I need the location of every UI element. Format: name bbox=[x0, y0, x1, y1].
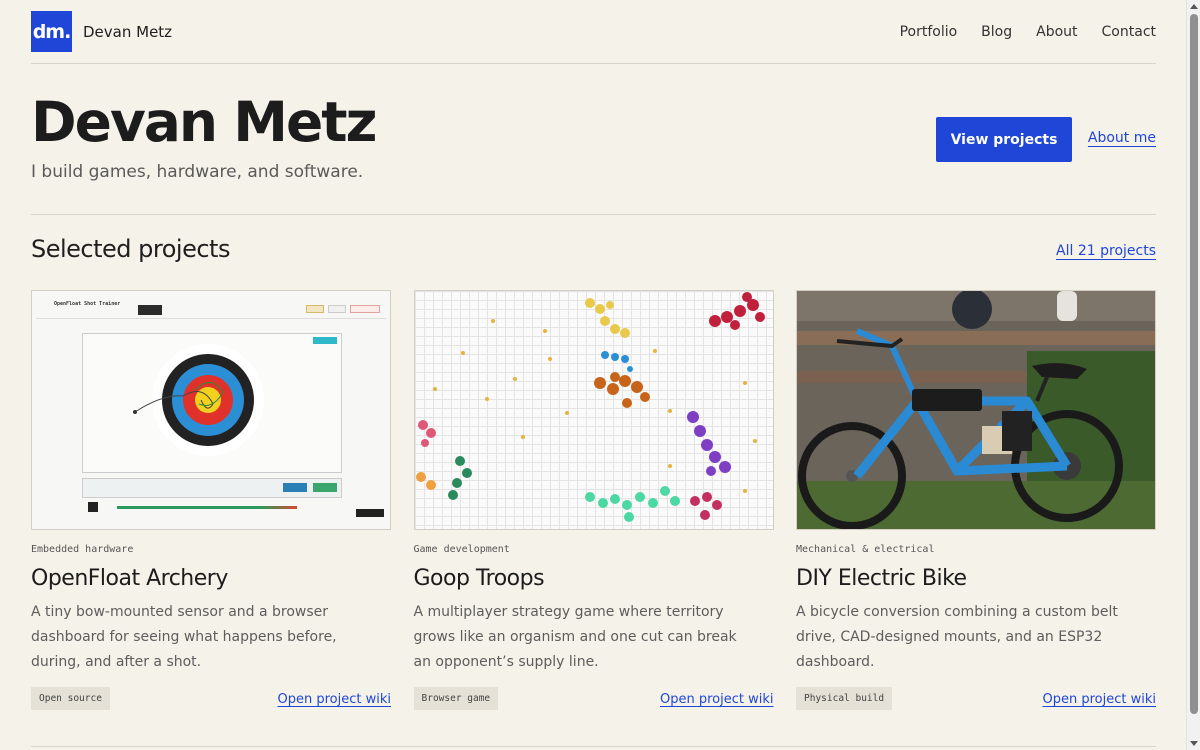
archery-dashboard-screenshot: OpenFloat Shot Trainer bbox=[32, 291, 390, 529]
play-button bbox=[88, 502, 98, 512]
bike-photo-illustration bbox=[797, 291, 1155, 529]
export-button bbox=[356, 509, 384, 517]
project-card-electric-bike[interactable]: Mechanical & electrical DIY Electric Bik… bbox=[796, 290, 1156, 750]
section-title: Selected projects bbox=[31, 235, 230, 263]
project-category: Game development bbox=[413, 544, 510, 555]
dashboard-tab bbox=[138, 305, 162, 315]
project-tag: Physical build bbox=[796, 687, 893, 710]
hero-section: Devan Metz I build games, hardware, and … bbox=[31, 64, 1156, 215]
project-title[interactable]: DIY Electric Bike bbox=[796, 566, 1156, 591]
scroll-up-arrow-icon[interactable] bbox=[1190, 4, 1198, 9]
logo[interactable]: dm. bbox=[31, 11, 72, 52]
bike-photo bbox=[797, 291, 1155, 529]
project-category: Embedded hardware bbox=[31, 544, 134, 555]
readout-button bbox=[313, 483, 337, 492]
view-projects-button[interactable]: View projects bbox=[936, 117, 1072, 162]
target-panel bbox=[82, 333, 342, 473]
hero-title: Devan Metz bbox=[31, 90, 378, 154]
main-nav: Portfolio Blog About Contact bbox=[900, 24, 1156, 40]
project-title[interactable]: Goop Troops bbox=[414, 566, 774, 591]
open-project-wiki-link[interactable]: Open project wiki bbox=[660, 692, 774, 707]
top-navbar: dm. Devan Metz Portfolio Blog About Cont… bbox=[31, 0, 1156, 64]
nav-item-blog[interactable]: Blog bbox=[981, 24, 1012, 40]
nav-item-about[interactable]: About bbox=[1036, 24, 1077, 40]
project-category: Mechanical & electrical bbox=[796, 544, 935, 555]
project-cards: OpenFloat Shot Trainer Embedded hardware… bbox=[31, 290, 1156, 750]
archery-target-icon bbox=[133, 344, 264, 456]
all-projects-link[interactable]: All 21 projects bbox=[1056, 243, 1156, 259]
dashboard-badge bbox=[350, 305, 380, 313]
dashboard-badge bbox=[306, 305, 324, 313]
project-description: A bicycle conversion combining a custom … bbox=[796, 604, 1118, 670]
game-territory-blobs bbox=[415, 292, 765, 522]
project-description: A multiplayer strategy game where territ… bbox=[413, 604, 737, 670]
scrollbar-thumb[interactable] bbox=[1190, 14, 1198, 714]
brand-name[interactable]: Devan Metz bbox=[83, 23, 172, 41]
nav-item-contact[interactable]: Contact bbox=[1102, 24, 1156, 40]
project-tag: Browser game bbox=[413, 687, 499, 710]
projects-section-header: Selected projects All 21 projects bbox=[31, 215, 1156, 290]
readout-bar bbox=[82, 478, 342, 498]
project-card-openfloat[interactable]: OpenFloat Shot Trainer Embedded hardware… bbox=[31, 290, 391, 750]
project-thumbnail[interactable] bbox=[796, 290, 1156, 530]
project-thumbnail[interactable] bbox=[413, 290, 774, 530]
dashboard-header: OpenFloat Shot Trainer bbox=[36, 299, 386, 319]
vertical-scrollbar[interactable] bbox=[1186, 0, 1200, 750]
project-tag: Open source bbox=[31, 687, 110, 710]
project-title[interactable]: OpenFloat Archery bbox=[31, 566, 391, 591]
project-description: A tiny bow-mounted sensor and a browser … bbox=[31, 604, 337, 670]
open-project-wiki-link[interactable]: Open project wiki bbox=[278, 692, 392, 707]
timeline-track bbox=[117, 506, 297, 509]
readout-button bbox=[283, 483, 307, 492]
page: dm. Devan Metz Portfolio Blog About Cont… bbox=[31, 0, 1156, 750]
hero-subtitle: I build games, hardware, and software. bbox=[31, 162, 364, 182]
project-card-goop-troops[interactable]: Game development Goop Troops A multiplay… bbox=[413, 290, 774, 750]
scroll-down-arrow-icon[interactable] bbox=[1190, 741, 1198, 746]
section-divider bbox=[31, 746, 1156, 747]
dashboard-title: OpenFloat Shot Trainer bbox=[54, 301, 121, 307]
project-thumbnail[interactable]: OpenFloat Shot Trainer bbox=[31, 290, 391, 530]
nav-item-portfolio[interactable]: Portfolio bbox=[900, 24, 958, 40]
dashboard-badge bbox=[328, 305, 346, 313]
open-project-wiki-link[interactable]: Open project wiki bbox=[1043, 692, 1157, 707]
about-me-link[interactable]: About me bbox=[1088, 130, 1156, 146]
brand[interactable]: dm. Devan Metz bbox=[31, 11, 172, 52]
